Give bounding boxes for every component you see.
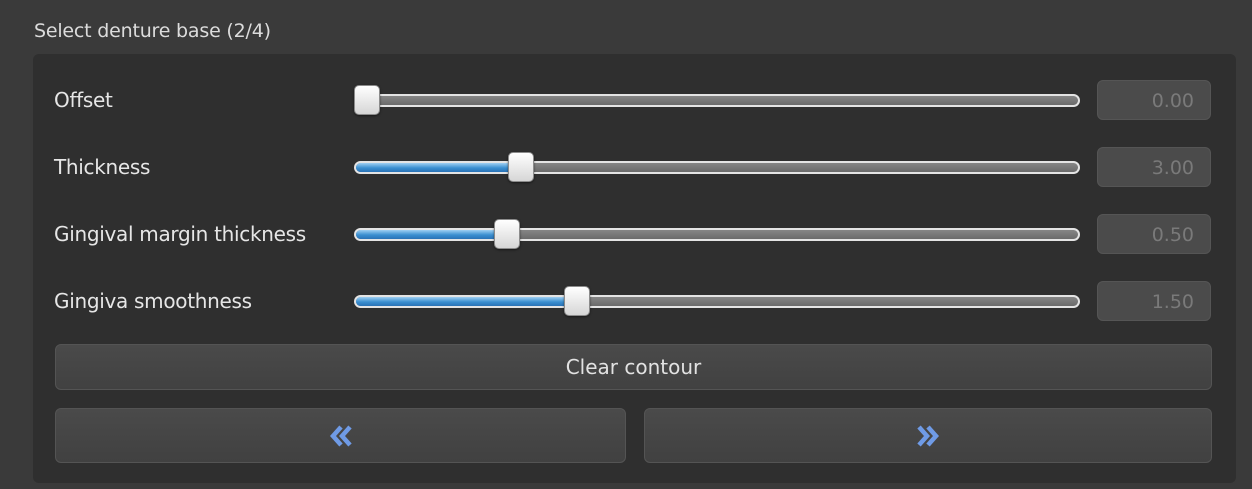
next-step-button[interactable] <box>644 408 1212 463</box>
clear-contour-button[interactable]: Clear contour <box>55 344 1212 390</box>
gingival-margin-thickness-slider-track[interactable] <box>354 228 1080 241</box>
gingival-margin-thickness-slider-fill <box>356 230 509 239</box>
gingival-margin-thickness-label: Gingival margin thickness <box>54 222 306 246</box>
thickness-row: Thickness 3.00 <box>33 146 1236 190</box>
denture-base-panel: Offset 0.00 Thickness 3.00 Gingival marg… <box>33 54 1236 483</box>
offset-slider-track[interactable] <box>354 94 1080 107</box>
gingiva-smoothness-slider-fill <box>356 297 579 306</box>
previous-step-button[interactable] <box>55 408 626 463</box>
thickness-slider-handle[interactable] <box>508 152 534 182</box>
offset-label: Offset <box>54 88 113 112</box>
double-chevron-right-icon <box>917 425 940 446</box>
gingival-margin-thickness-value-field[interactable]: 0.50 <box>1097 214 1211 254</box>
thickness-value-field[interactable]: 3.00 <box>1097 147 1211 187</box>
section-title: Select denture base (2/4) <box>34 20 271 42</box>
gingiva-smoothness-value-field[interactable]: 1.50 <box>1097 281 1211 321</box>
gingiva-smoothness-slider-handle[interactable] <box>564 286 590 316</box>
offset-row: Offset 0.00 <box>33 79 1236 123</box>
gingiva-smoothness-row: Gingiva smoothness 1.50 <box>33 280 1236 324</box>
gingiva-smoothness-label: Gingiva smoothness <box>54 289 252 313</box>
offset-value-field[interactable]: 0.00 <box>1097 80 1211 120</box>
thickness-slider-fill <box>356 163 523 172</box>
gingiva-smoothness-slider-track[interactable] <box>354 295 1080 308</box>
thickness-label: Thickness <box>54 155 151 179</box>
gingival-margin-thickness-slider-handle[interactable] <box>494 219 520 249</box>
gingival-margin-thickness-row: Gingival margin thickness 0.50 <box>33 213 1236 257</box>
thickness-slider-track[interactable] <box>354 161 1080 174</box>
offset-slider-handle[interactable] <box>354 85 380 115</box>
double-chevron-left-icon <box>329 425 352 446</box>
